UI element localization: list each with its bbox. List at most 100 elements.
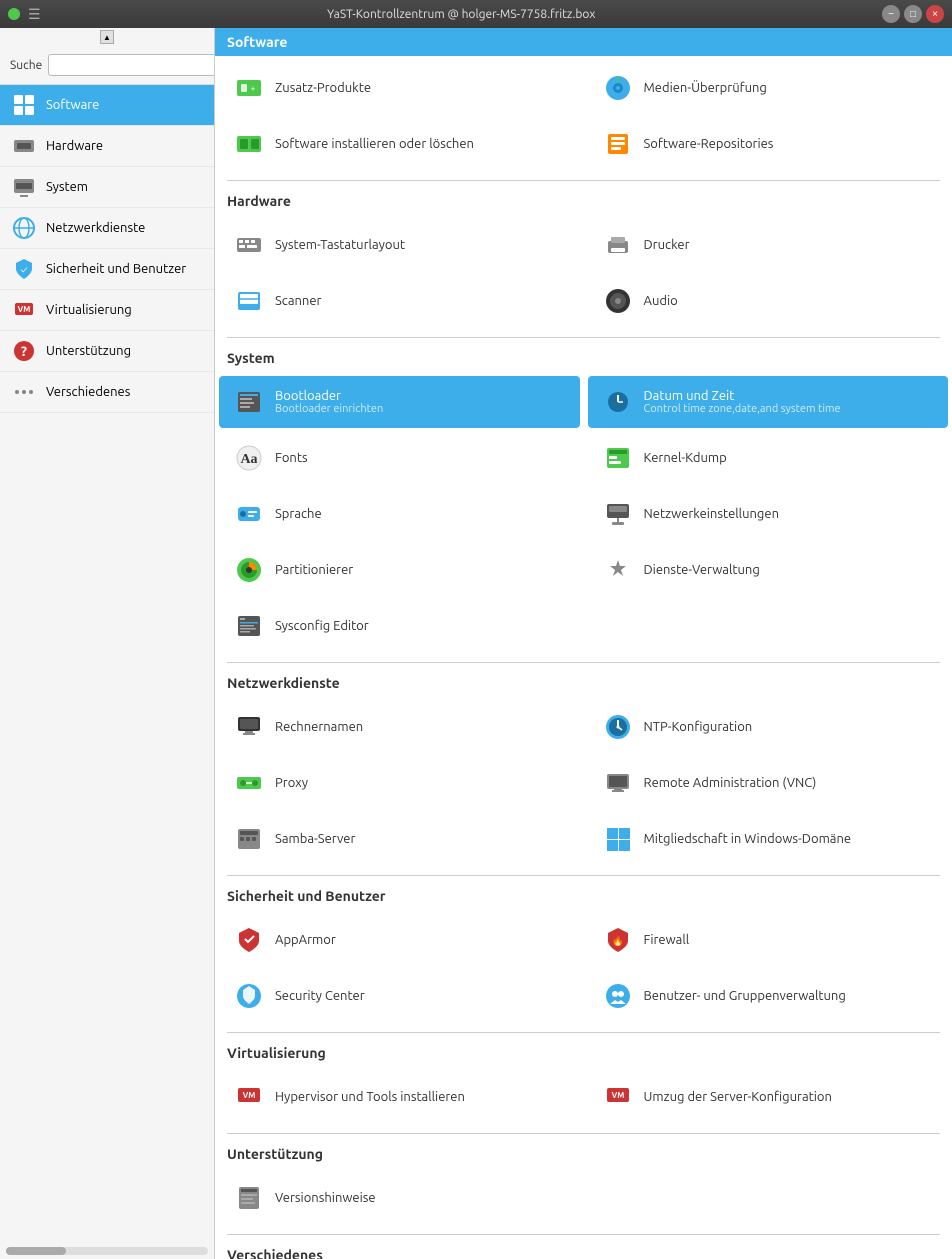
titlebar-left: ☰ xyxy=(8,6,41,23)
search-input[interactable] xyxy=(48,54,215,76)
item-security-center[interactable]: Security Center xyxy=(219,970,580,1022)
item-software-installieren[interactable]: Software installieren oder löschen xyxy=(219,118,580,170)
item-kernel-kdump[interactable]: Kernel-Kdump xyxy=(588,432,949,484)
security-center-icon xyxy=(233,980,265,1012)
sidebar-item-label-virtualisierung: Virtualisierung xyxy=(46,303,132,317)
item-netzwerkeinstellungen[interactable]: Netzwerkeinstellungen xyxy=(588,488,949,540)
item-remote-admin[interactable]: Remote Administration (VNC) xyxy=(588,757,949,809)
audio-text: Audio xyxy=(644,294,678,308)
svg-text:?: ? xyxy=(21,343,27,359)
item-tastaturlayout[interactable]: System-Tastaturlayout xyxy=(219,219,580,271)
system-icon xyxy=(12,175,36,199)
item-dienste-verwaltung[interactable]: Dienste-Verwaltung xyxy=(588,544,949,596)
audio-icon xyxy=(602,285,634,317)
sidebar-item-label-netzwerkdienste: Netzwerkdienste xyxy=(46,221,145,235)
sidebar-item-sicherheit[interactable]: ✓ Sicherheit und Benutzer xyxy=(0,249,214,290)
item-drucker[interactable]: Drucker xyxy=(588,219,949,271)
item-firewall[interactable]: 🔥 Firewall xyxy=(588,914,949,966)
item-versionshinweise[interactable]: Versionshinweise xyxy=(219,1172,580,1224)
sidebar-item-netzwerkdienste[interactable]: Netzwerkdienste xyxy=(0,208,214,249)
section-title-system: System xyxy=(215,342,952,370)
datum-text: Datum und Zeit Control time zone,date,an… xyxy=(644,389,841,415)
sidebar-item-label-unterstuetzung: Unterstützung xyxy=(46,344,131,358)
system-items-grid: Bootloader Bootloader einrichten Datum u… xyxy=(215,370,952,658)
software-install-icon xyxy=(233,128,265,160)
sidebar-item-label-verschiedenes: Verschiedenes xyxy=(46,385,130,399)
versionshinweise-text: Versionshinweise xyxy=(275,1191,376,1205)
svg-text:VM: VM xyxy=(18,305,31,314)
sidebar-item-software[interactable]: Software xyxy=(0,85,214,126)
item-sysconfig[interactable]: Sysconfig Editor xyxy=(219,600,580,652)
item-proxy[interactable]: Proxy xyxy=(219,757,580,809)
item-scanner[interactable]: Scanner xyxy=(219,275,580,327)
unterstuetzung-icon: ? xyxy=(12,339,36,363)
scrollbar-thumb[interactable] xyxy=(6,1247,66,1255)
maximize-button[interactable]: □ xyxy=(904,5,922,23)
close-button[interactable]: × xyxy=(926,5,944,23)
sidebar-item-unterstuetzung[interactable]: ? Unterstützung xyxy=(0,331,214,372)
proxy-icon xyxy=(233,767,265,799)
app-menu-icon[interactable]: ☰ xyxy=(28,6,41,23)
fonts-text: Fonts xyxy=(275,451,308,465)
fonts-icon: Aa xyxy=(233,442,265,474)
titlebar: ☰ YaST-Kontrollzentrum @ holger-MS-7758.… xyxy=(0,0,952,28)
windows-domain-icon xyxy=(602,823,634,855)
zusatz-produkte-icon: + xyxy=(233,72,265,104)
dienste-text: Dienste-Verwaltung xyxy=(644,563,760,577)
partitionierer-text: Partitionierer xyxy=(275,563,353,577)
ntp-text: NTP-Konfiguration xyxy=(644,720,753,734)
item-umzug-server[interactable]: VM Umzug der Server-Konfiguration xyxy=(588,1071,949,1123)
item-medien-ueberpruefung[interactable]: Medien-Überprüfung xyxy=(588,62,949,114)
tastaturlayout-text: System-Tastaturlayout xyxy=(275,238,405,252)
sidebar-item-system[interactable]: System xyxy=(0,167,214,208)
verschiedenes-icon xyxy=(12,380,36,404)
sicherheit-items-grid: AppArmor 🔥 Firewall Security Center xyxy=(215,908,952,1028)
item-benutzer[interactable]: Benutzer- und Gruppenverwaltung xyxy=(588,970,949,1022)
scroll-top-indicator[interactable]: ▲ xyxy=(100,30,114,44)
item-fonts[interactable]: Aa Fonts xyxy=(219,432,580,484)
section-title-unterstuetzung: Unterstützung xyxy=(215,1138,952,1166)
minimize-button[interactable]: − xyxy=(882,5,900,23)
sysconfig-icon xyxy=(233,610,265,642)
sidebar-item-hardware[interactable]: Hardware xyxy=(0,126,214,167)
item-software-repositories[interactable]: Software-Repositories xyxy=(588,118,949,170)
item-apparmor[interactable]: AppArmor xyxy=(219,914,580,966)
sprache-icon xyxy=(233,498,265,530)
tastaturlayout-icon xyxy=(233,229,265,261)
item-partitionierer[interactable]: Partitionierer xyxy=(219,544,580,596)
hypervisor-text: Hypervisor und Tools installieren xyxy=(275,1090,465,1104)
sidebar-item-verschiedenes[interactable]: Verschiedenes xyxy=(0,372,214,413)
benutzer-icon xyxy=(602,980,634,1012)
umzug-icon: VM xyxy=(602,1081,634,1113)
item-audio[interactable]: Audio xyxy=(588,275,949,327)
titlebar-title: YaST-Kontrollzentrum @ holger-MS-7758.fr… xyxy=(41,8,882,21)
content-area: Software + Zusatz-Produkte Medien-Überpr… xyxy=(215,28,952,1259)
sidebar-item-label-hardware: Hardware xyxy=(46,139,103,153)
software-items-grid: + Zusatz-Produkte Medien-Überprüfung xyxy=(215,56,952,176)
svg-text:Aa: Aa xyxy=(240,452,257,467)
apparmor-text: AppArmor xyxy=(275,933,336,947)
section-title-virtualisierung: Virtualisierung xyxy=(215,1037,952,1065)
section-title-sicherheit: Sicherheit und Benutzer xyxy=(215,880,952,908)
item-bootloader[interactable]: Bootloader Bootloader einrichten xyxy=(219,376,580,428)
item-ntp[interactable]: NTP-Konfiguration xyxy=(588,701,949,753)
item-hypervisor[interactable]: VM Hypervisor und Tools installieren xyxy=(219,1071,580,1123)
item-rechnernamen[interactable]: Rechnernamen xyxy=(219,701,580,753)
hypervisor-icon: VM xyxy=(233,1081,265,1113)
hardware-items-grid: System-Tastaturlayout Drucker Scanner xyxy=(215,213,952,333)
divider-hardware xyxy=(227,180,940,181)
item-sprache[interactable]: Sprache xyxy=(219,488,580,540)
item-samba[interactable]: Samba-Server xyxy=(219,813,580,865)
section-title-netzwerkdienste: Netzwerkdienste xyxy=(215,667,952,695)
item-zusatz-produkte[interactable]: + Zusatz-Produkte xyxy=(219,62,580,114)
firewall-text: Firewall xyxy=(644,933,690,947)
sysconfig-text: Sysconfig Editor xyxy=(275,619,369,633)
sidebar-item-virtualisierung[interactable]: VM Virtualisierung xyxy=(0,290,214,331)
virtualisierung-icon: VM xyxy=(12,298,36,322)
sidebar-item-label-sicherheit: Sicherheit und Benutzer xyxy=(46,262,186,276)
item-windows-domain[interactable]: Mitgliedschaft in Windows-Domäne xyxy=(588,813,949,865)
item-datum-zeit[interactable]: Datum und Zeit Control time zone,date,an… xyxy=(588,376,949,428)
kdump-icon xyxy=(602,442,634,474)
medien-icon xyxy=(602,72,634,104)
sidebar-item-label-system: System xyxy=(46,180,88,194)
